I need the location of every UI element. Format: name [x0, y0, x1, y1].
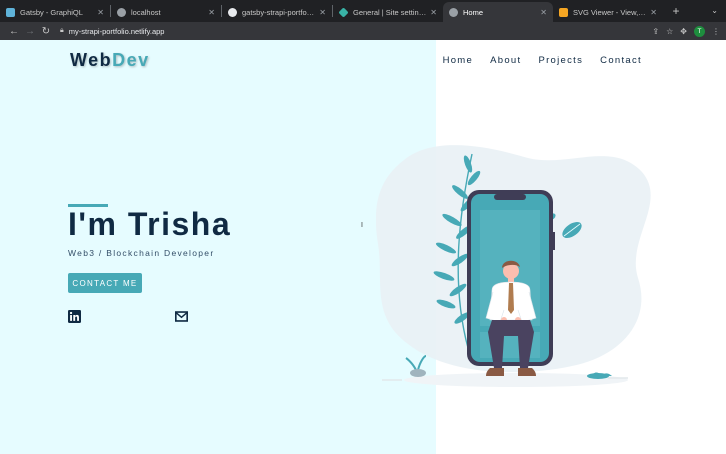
hero-illustration	[376, 145, 651, 387]
mail-icon[interactable]	[175, 310, 188, 323]
tab-title: localhost	[131, 7, 161, 17]
back-arrow-icon[interactable]: ←	[6, 26, 22, 37]
hero-subtitle: Web3 / Blockchain Developer	[68, 248, 215, 258]
contact-me-button[interactable]: CONTACT ME	[68, 273, 142, 293]
tab-title: gatsby-strapi-portfolio-site	[242, 7, 315, 17]
site-logo[interactable]: WebDev	[70, 50, 150, 71]
linkedin-icon[interactable]	[68, 310, 81, 323]
main-nav: Home About Projects Contact	[443, 55, 642, 66]
netlify-favicon-icon	[338, 6, 349, 18]
lock-icon: 🔒︎	[60, 27, 64, 34]
tab-title: SVG Viewer - View, save, and	[573, 7, 646, 17]
tab-close-icon[interactable]: ✕	[319, 8, 326, 17]
tab-strip: Gatsby - GraphiQL ✕ localhost ✕ gatsby-s…	[0, 0, 726, 22]
browser-tab-graphiql[interactable]: Gatsby - GraphiQL ✕	[0, 2, 110, 22]
extensions-puzzle-icon[interactable]: ✥	[680, 27, 687, 36]
more-menu-icon[interactable]: ⋮	[712, 27, 720, 36]
logo-part-web: Web	[70, 50, 113, 70]
address-bar[interactable]: 🔒︎ my-strapi-portfolio.netlify.app	[60, 24, 646, 38]
tab-title: Gatsby - GraphiQL	[20, 7, 83, 17]
tab-title: General | Site settings	[353, 7, 427, 17]
logo-part-dev: Dev	[112, 50, 150, 70]
tab-close-icon[interactable]: ✕	[97, 8, 104, 17]
svg-viewer-favicon-icon	[559, 7, 568, 17]
forward-arrow-icon[interactable]: →	[22, 26, 38, 37]
reload-icon[interactable]: ↻	[38, 26, 54, 37]
globe-favicon-icon	[117, 7, 126, 17]
bookmark-star-icon[interactable]: ☆	[666, 27, 673, 36]
share-icon[interactable]: ⇪	[652, 27, 659, 36]
tab-search-chevron-icon[interactable]: ⌄	[711, 6, 718, 15]
browser-tab-github[interactable]: gatsby-strapi-portfolio-site ✕	[222, 2, 332, 22]
tab-close-icon[interactable]: ✕	[540, 8, 547, 17]
new-tab-plus-icon[interactable]: +	[667, 4, 685, 18]
browser-tab-localhost[interactable]: localhost ✕	[111, 2, 221, 22]
tab-close-icon[interactable]: ✕	[208, 8, 215, 17]
graphiql-favicon-icon	[6, 7, 15, 17]
globe-favicon-icon	[449, 7, 458, 17]
page-viewport: WebDev Home About Projects Contact I'm T…	[0, 40, 726, 454]
github-favicon-icon	[228, 7, 237, 17]
url-text: my-strapi-portfolio.netlify.app	[68, 26, 165, 36]
tab-close-icon[interactable]: ✕	[430, 8, 437, 17]
tab-close-icon[interactable]: ✕	[650, 8, 657, 17]
hero-left-background	[0, 40, 436, 454]
browser-tab-svg-viewer[interactable]: SVG Viewer - View, save, and ✕	[553, 2, 663, 22]
nav-link-home[interactable]: Home	[443, 55, 474, 66]
browser-tab-home[interactable]: Home ✕	[443, 2, 553, 22]
browser-toolbar: ← → ↻ 🔒︎ my-strapi-portfolio.netlify.app…	[0, 22, 726, 40]
nav-link-projects[interactable]: Projects	[538, 55, 583, 66]
nav-link-contact[interactable]: Contact	[600, 55, 642, 66]
hero-title: I'm Trisha	[68, 206, 232, 242]
nav-link-about[interactable]: About	[490, 55, 521, 66]
tab-title: Home	[463, 7, 484, 17]
profile-avatar[interactable]: T	[694, 25, 705, 37]
browser-tab-site-settings[interactable]: General | Site settings ✕	[333, 2, 443, 22]
text-cursor-icon: I	[361, 222, 363, 229]
